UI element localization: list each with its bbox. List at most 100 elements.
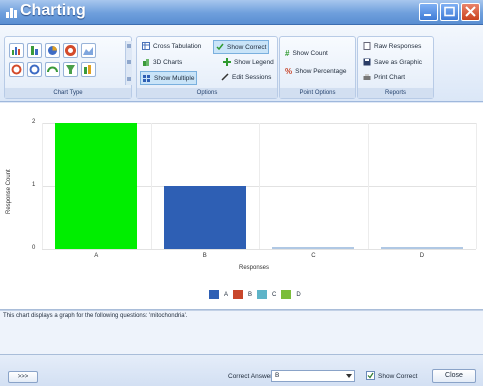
save-as-graphic-button[interactable]: Save as Graphic [361, 56, 424, 68]
correct-answer-select[interactable]: B [271, 370, 355, 382]
gauge-chart-icon [47, 66, 58, 73]
point-options-group: # Show Count % Show Percentage Point Opt… [279, 36, 356, 99]
chart-type-group-label: Chart Type [5, 88, 131, 98]
legend-label: B [248, 291, 253, 298]
bar-chart-icon [12, 47, 20, 55]
show-count-label: Show Count [292, 49, 328, 57]
print-chart-label: Print Chart [374, 73, 406, 81]
show-legend-label: Show Legend [234, 58, 274, 66]
bar-d[interactable] [380, 247, 463, 249]
x-tick-label: B [202, 253, 207, 259]
bar-c[interactable] [272, 247, 355, 249]
ring-chart-type-button[interactable] [27, 62, 42, 77]
legend-icon [223, 58, 231, 66]
legend-swatch-a [209, 290, 219, 299]
reports-group: Raw Responses Save as Graphic Print Char… [357, 36, 434, 99]
reports-group-label: Reports [358, 88, 433, 98]
footer-bar: >>> Correct Answer B Show Correct Close [0, 354, 483, 386]
chart-type-scrollbar[interactable] [125, 41, 132, 85]
show-correct-label: Show Correct [227, 43, 267, 51]
area-chart-icon [83, 47, 93, 55]
pencil-icon [221, 73, 229, 81]
3d-charts-label: 3D Charts [153, 58, 183, 66]
legend-swatch-b [233, 290, 244, 299]
grid-line [42, 249, 476, 250]
pie-chart-icon [48, 46, 57, 55]
y-tick-label: 1 [32, 182, 36, 188]
radial-chart-icon [11, 64, 22, 75]
close-window-button[interactable] [461, 3, 480, 21]
cross-tabulation-button[interactable]: Cross Tabulation [140, 40, 203, 52]
save-as-graphic-label: Save as Graphic [374, 58, 423, 66]
show-multiple-label: Show Multiple [154, 74, 195, 82]
funnel-chart-type-button[interactable] [63, 62, 78, 77]
chevron-down-icon [346, 374, 352, 378]
show-percentage-label: Show Percentage [295, 67, 347, 75]
show-legend-button[interactable]: Show Legend [221, 56, 276, 68]
chart-type-group: Chart Type [4, 36, 132, 99]
scroll-up-icon [127, 44, 131, 48]
chart-icon [6, 8, 17, 18]
minimize-icon [424, 14, 431, 16]
close-button[interactable]: Close [432, 369, 476, 383]
stacked-bar-icon [31, 46, 38, 55]
print-chart-button[interactable]: Print Chart [361, 71, 407, 83]
minimize-button[interactable] [419, 3, 438, 21]
area-chart-type-button[interactable] [81, 43, 96, 58]
printer-icon [363, 74, 371, 80]
show-multiple-toggle[interactable]: Show Multiple [140, 71, 198, 85]
legend-label: C [272, 291, 277, 298]
show-correct-checkbox[interactable] [366, 371, 375, 380]
options-group-label: Options [137, 88, 277, 98]
x-tick-label: A [94, 253, 99, 259]
window-title: Charting [20, 2, 86, 19]
edit-sessions-button[interactable]: Edit Sessions [219, 71, 273, 83]
column-chart-icon [84, 65, 91, 74]
percent-icon: % [285, 66, 293, 76]
x-axis-label: Responses [239, 265, 270, 271]
donut-chart-type-button[interactable] [63, 43, 78, 58]
3d-chart-icon [143, 59, 149, 66]
maximize-button[interactable] [440, 3, 459, 21]
scroll-down-icon [127, 60, 131, 64]
raw-responses-button[interactable]: Raw Responses [361, 40, 423, 52]
donut-chart-icon [65, 45, 76, 56]
close-icon [465, 6, 476, 17]
vertical-grid-line [150, 123, 152, 249]
y-tick-label: 2 [32, 119, 36, 125]
y-axis-label: Response Count [6, 169, 12, 214]
gauge-chart-type-button[interactable] [45, 62, 60, 77]
column-chart-type-button[interactable] [81, 62, 96, 77]
chart-area: Response Count Responses 2 1 0 A B C D A B C D [0, 103, 483, 310]
funnel-chart-icon [66, 65, 75, 74]
show-percentage-button[interactable]: % Show Percentage [283, 65, 348, 77]
chart-description: This chart displays a graph for the foll… [0, 310, 483, 354]
legend-label: A [224, 291, 229, 298]
vertical-grid-line [476, 123, 477, 249]
scroll-more-icon [127, 77, 131, 81]
bar-chart-type-button[interactable] [9, 43, 24, 58]
vertical-grid-line [259, 123, 260, 249]
document-icon [363, 42, 371, 50]
vertical-grid-line [42, 123, 43, 249]
radial-chart-type-button[interactable] [9, 62, 24, 77]
legend-swatch-d [281, 290, 292, 299]
show-count-button[interactable]: # Show Count [283, 47, 330, 59]
ring-chart-icon [29, 64, 40, 75]
3d-charts-button[interactable]: 3D Charts [140, 56, 184, 68]
bar-b[interactable] [163, 186, 246, 249]
legend-swatch-c [257, 290, 268, 299]
check-icon [216, 43, 224, 51]
chart-legend: A B C D [209, 290, 301, 299]
bar-a[interactable] [55, 123, 138, 249]
y-tick-label: 0 [32, 245, 36, 251]
multiple-icon [143, 75, 150, 82]
point-options-group-label: Point Options [280, 88, 355, 98]
pie-chart-type-button[interactable] [45, 43, 60, 58]
stacked-bar-type-button[interactable] [27, 43, 42, 58]
expand-button[interactable]: >>> [8, 371, 38, 383]
cross-tabulation-label: Cross Tabulation [153, 42, 202, 50]
options-group: Cross Tabulation Show Correct 3D Charts … [136, 36, 278, 99]
show-correct-toggle[interactable]: Show Correct [213, 40, 270, 54]
maximize-icon [444, 6, 455, 17]
